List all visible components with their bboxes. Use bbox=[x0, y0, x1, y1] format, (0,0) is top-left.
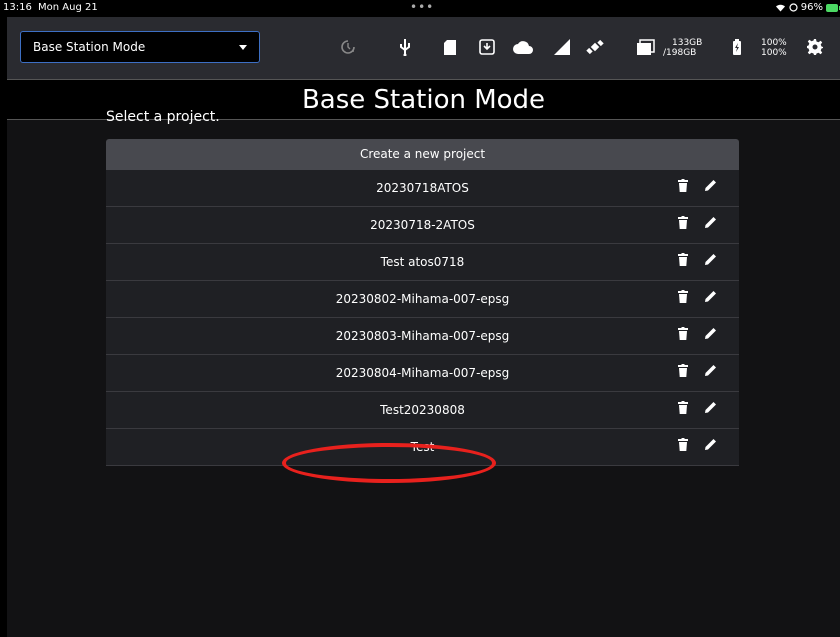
signal-icon[interactable] bbox=[554, 37, 570, 57]
top-toolbar: Base Station Mode 133GB /198GB 100% 100% bbox=[7, 17, 840, 79]
trash-icon[interactable] bbox=[678, 429, 688, 465]
cloud-icon[interactable] bbox=[513, 37, 533, 57]
project-name: 20230802-Mihama-007-epsg bbox=[335, 292, 510, 306]
wifi-icon bbox=[775, 4, 785, 12]
mode-select-value: Base Station Mode bbox=[33, 40, 146, 54]
battery-readout: 100% 100% bbox=[761, 38, 787, 58]
trash-icon[interactable] bbox=[678, 392, 688, 428]
charging-battery-icon bbox=[826, 3, 840, 12]
trash-icon[interactable] bbox=[678, 355, 688, 391]
status-date: Mon Aug 21 bbox=[38, 2, 98, 13]
project-name: 20230718-2ATOS bbox=[370, 218, 475, 232]
row-actions bbox=[678, 244, 717, 280]
row-actions bbox=[678, 318, 717, 354]
battery-icon bbox=[733, 37, 741, 57]
battery-percent: 96% bbox=[800, 2, 823, 13]
create-project-button[interactable]: Create a new project bbox=[106, 139, 739, 170]
battery-top: 100% bbox=[761, 38, 787, 48]
project-row[interactable]: Test atos0718 bbox=[106, 244, 739, 281]
battery-bottom: 100% bbox=[761, 48, 787, 58]
sd-card-icon[interactable] bbox=[444, 37, 456, 57]
status-time: 13:16 Mon Aug 21 bbox=[3, 2, 98, 13]
project-name: Test20230808 bbox=[380, 403, 465, 417]
gear-icon[interactable] bbox=[807, 37, 823, 57]
pencil-icon[interactable] bbox=[704, 318, 717, 354]
storage-used: 133GB bbox=[672, 38, 703, 48]
pencil-icon[interactable] bbox=[704, 207, 717, 243]
clock-icon[interactable] bbox=[340, 37, 356, 57]
trash-icon[interactable] bbox=[678, 281, 688, 317]
project-list: Create a new project 20230718ATOS 2023071… bbox=[106, 139, 739, 466]
project-row[interactable]: Test bbox=[106, 429, 739, 466]
trash-icon[interactable] bbox=[678, 207, 688, 243]
pencil-icon[interactable] bbox=[704, 355, 717, 391]
row-actions bbox=[678, 170, 717, 206]
row-actions bbox=[678, 392, 717, 428]
project-row[interactable]: 20230718-2ATOS bbox=[106, 207, 739, 244]
storage-total: /198GB bbox=[663, 48, 697, 58]
row-actions bbox=[678, 281, 717, 317]
multitask-dots[interactable]: ••• bbox=[410, 0, 434, 14]
orientation-lock-icon bbox=[789, 3, 798, 12]
select-project-prompt: Select a project. bbox=[106, 109, 220, 125]
chevron-down-icon bbox=[239, 45, 247, 50]
project-row[interactable]: 20230718ATOS bbox=[106, 170, 739, 207]
project-row[interactable]: Test20230808 bbox=[106, 392, 739, 429]
project-name: 20230803-Mihama-007-epsg bbox=[335, 329, 510, 343]
usb-icon[interactable] bbox=[398, 37, 412, 57]
project-row[interactable]: 20230804-Mihama-007-epsg bbox=[106, 355, 739, 392]
status-bar: 13:16 Mon Aug 21 ••• 96% bbox=[0, 0, 840, 17]
row-actions bbox=[678, 429, 717, 465]
status-right: 96% bbox=[775, 2, 840, 13]
download-icon[interactable] bbox=[479, 37, 495, 57]
pencil-icon[interactable] bbox=[704, 281, 717, 317]
folder-icon[interactable] bbox=[637, 37, 657, 57]
project-name: Test bbox=[410, 440, 435, 454]
project-name: 20230804-Mihama-007-epsg bbox=[335, 366, 510, 380]
trash-icon[interactable] bbox=[678, 170, 688, 206]
pencil-icon[interactable] bbox=[704, 429, 717, 465]
mode-select[interactable]: Base Station Mode bbox=[20, 31, 260, 63]
status-clock: 13:16 bbox=[3, 2, 32, 13]
trash-icon[interactable] bbox=[678, 318, 688, 354]
project-row[interactable]: 20230803-Mihama-007-epsg bbox=[106, 318, 739, 355]
satellite-icon[interactable] bbox=[586, 37, 604, 57]
project-name: Test atos0718 bbox=[380, 255, 465, 269]
pencil-icon[interactable] bbox=[704, 170, 717, 206]
row-actions bbox=[678, 355, 717, 391]
storage-readout: 133GB /198GB bbox=[663, 38, 702, 58]
pencil-icon[interactable] bbox=[704, 392, 717, 428]
project-row[interactable]: 20230802-Mihama-007-epsg bbox=[106, 281, 739, 318]
trash-icon[interactable] bbox=[678, 244, 688, 280]
row-actions bbox=[678, 207, 717, 243]
pencil-icon[interactable] bbox=[704, 244, 717, 280]
project-name: 20230718ATOS bbox=[376, 181, 469, 195]
